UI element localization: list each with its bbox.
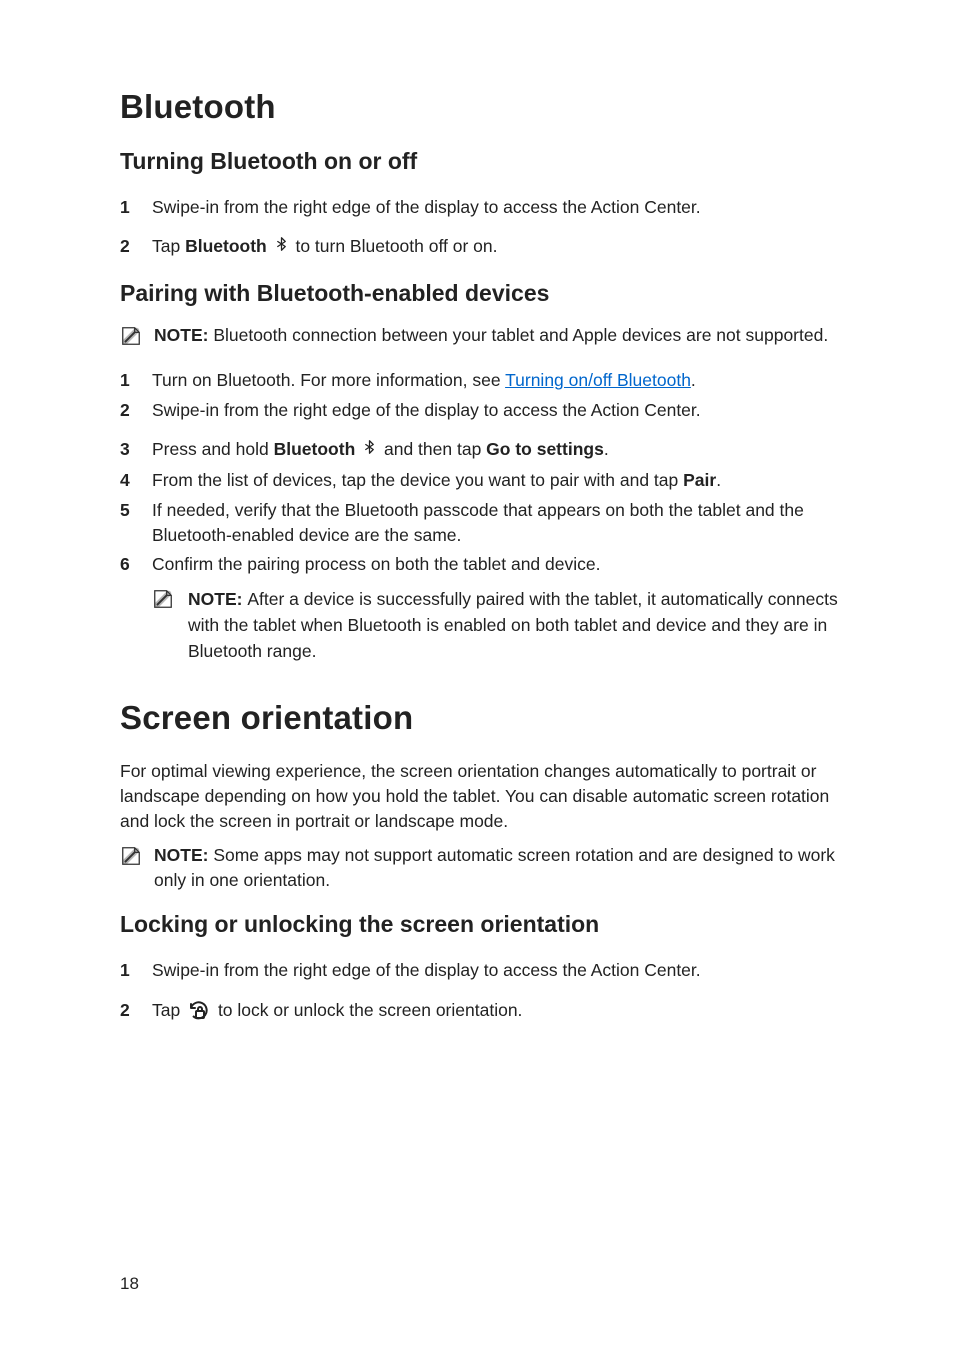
note-icon [120,843,154,874]
list-item: 2 Tap Bluetooth to turn Bluetooth off or… [120,234,839,261]
bluetooth-icon [362,437,377,464]
step-number: 1 [120,195,152,220]
pairing-steps: 1 Turn on Bluetooth. For more informatio… [120,368,839,578]
note-block: NOTE: Bluetooth connection between your … [120,323,839,354]
note-text: NOTE: After a device is successfully pai… [188,586,839,665]
note-label: NOTE: [154,325,213,345]
step-text: From the list of devices, tap the device… [152,468,839,493]
step-text: Swipe-in from the right edge of the disp… [152,398,839,423]
bluetooth-toggle-steps: 1 Swipe-in from the right edge of the di… [120,195,839,262]
text: After a device is successfully paired wi… [188,589,838,662]
note-text: NOTE: Some apps may not support automati… [154,843,839,894]
step-number: 6 [120,552,152,577]
locking-steps: 1 Swipe-in from the right edge of the di… [120,958,839,1029]
list-item: 4 From the list of devices, tap the devi… [120,468,839,493]
step-number: 2 [120,234,152,259]
step-text: Confirm the pairing process on both the … [152,552,839,577]
text: Tap [152,1000,185,1020]
heading-turning-bluetooth: Turning Bluetooth on or off [120,148,839,175]
text: . [691,370,696,390]
bold-text: Pair [683,470,716,490]
heading-bluetooth: Bluetooth [120,88,839,126]
step-number: 3 [120,437,152,462]
note-text: NOTE: Bluetooth connection between your … [154,323,839,348]
link-turning-on-off-bluetooth[interactable]: Turning on/off Bluetooth [505,370,691,390]
list-item: 1 Swipe-in from the right edge of the di… [120,195,839,220]
step-number: 1 [120,958,152,983]
step-text: Press and hold Bluetooth and then tap Go… [152,437,839,464]
bold-text: Bluetooth [274,439,361,459]
step-text: Turn on Bluetooth. For more information,… [152,368,839,393]
note-label: NOTE: [188,589,247,609]
page-number: 18 [120,1274,139,1294]
bluetooth-icon [274,234,289,261]
step-text: If needed, verify that the Bluetooth pas… [152,498,839,549]
text: Bluetooth connection between your tablet… [213,325,828,345]
note-block: NOTE: Some apps may not support automati… [120,843,839,894]
heading-locking-orientation: Locking or unlocking the screen orientat… [120,911,839,938]
list-item: 1 Swipe-in from the right edge of the di… [120,958,839,983]
list-item: 1 Turn on Bluetooth. For more informatio… [120,368,839,393]
list-item: 6 Confirm the pairing process on both th… [120,552,839,577]
text: to turn Bluetooth off or on. [291,236,498,256]
document-page: Bluetooth Turning Bluetooth on or off 1 … [0,0,954,1029]
text: and then tap [379,439,486,459]
step-number: 4 [120,468,152,493]
step-number: 1 [120,368,152,393]
step-number: 2 [120,998,152,1023]
step-text: Tap Bluetooth to turn Bluetooth off or o… [152,234,839,261]
step-text: Tap to lock or unlock the screen orienta… [152,998,839,1029]
list-item: 2 Tap to lock or unlock the screen orien… [120,998,839,1029]
text: . [716,470,721,490]
text: to lock or unlock the screen orientation… [213,1000,522,1020]
bold-text: Bluetooth [185,236,272,256]
step-number: 5 [120,498,152,523]
note-label: NOTE: [154,845,213,865]
rotation-lock-icon [187,998,211,1029]
text: . [604,439,609,459]
text: Press and hold [152,439,274,459]
note-block: NOTE: After a device is successfully pai… [152,586,839,665]
list-item: 3 Press and hold Bluetooth and then tap … [120,437,839,464]
step-text: Swipe-in from the right edge of the disp… [152,958,839,983]
text: Some apps may not support automatic scre… [154,845,835,890]
paragraph: For optimal viewing experience, the scre… [120,759,839,835]
list-item: 5 If needed, verify that the Bluetooth p… [120,498,839,549]
step-number: 2 [120,398,152,423]
bold-text: Go to settings [486,439,604,459]
text: Turn on Bluetooth. For more information,… [152,370,505,390]
note-icon [152,586,188,617]
heading-screen-orientation: Screen orientation [120,699,839,737]
note-icon [120,323,154,354]
text: From the list of devices, tap the device… [152,470,683,490]
heading-pairing: Pairing with Bluetooth-enabled devices [120,280,839,307]
step-text: Swipe-in from the right edge of the disp… [152,195,839,220]
list-item: 2 Swipe-in from the right edge of the di… [120,398,839,423]
text: Tap [152,236,185,256]
